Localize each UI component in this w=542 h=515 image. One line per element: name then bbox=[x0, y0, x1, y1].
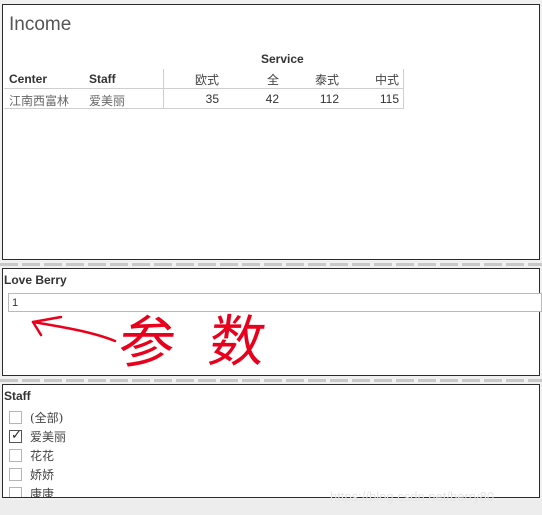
checkbox[interactable] bbox=[9, 486, 22, 497]
filter-item-label: 爱美丽 bbox=[30, 429, 67, 444]
checkbox[interactable] bbox=[9, 448, 22, 462]
income-worksheet: Income Service Center Staff 欧式 全 泰式 中式 江… bbox=[2, 4, 540, 260]
filter-item-label: 花花 bbox=[30, 448, 55, 463]
arrow-shaft bbox=[31, 320, 117, 343]
table-divider bbox=[4, 88, 404, 89]
value-cell[interactable]: 112 bbox=[279, 92, 339, 106]
column-header[interactable]: 泰式 bbox=[279, 71, 339, 88]
parameter-control: Love Berry 参 数 bbox=[2, 268, 542, 376]
filter-item-aimeili[interactable]: ✓ 爱美丽 bbox=[9, 427, 66, 445]
table-divider bbox=[403, 69, 404, 109]
column-header[interactable]: 中式 bbox=[339, 71, 399, 88]
annotation-text: 数 bbox=[204, 310, 270, 375]
dashboard-separator bbox=[0, 379, 542, 382]
checkbox[interactable]: ✓ bbox=[9, 427, 22, 443]
filter-item-huahua[interactable]: 花花 bbox=[9, 446, 54, 464]
row-header-center[interactable]: Center bbox=[9, 72, 47, 86]
filter-item-all[interactable]: (全部) bbox=[9, 408, 63, 426]
checkbox[interactable] bbox=[9, 467, 22, 481]
row-cell-staff[interactable]: 爱美丽 bbox=[89, 92, 125, 109]
worksheet-title: Income bbox=[9, 14, 72, 35]
filter-item-label: 娇娇 bbox=[30, 467, 55, 482]
row-cell-center[interactable]: 江南西富林 bbox=[9, 92, 69, 109]
check-icon: ✓ bbox=[11, 427, 22, 443]
column-header[interactable]: 全 bbox=[219, 71, 279, 88]
filter-item-kangkang[interactable]: 康康 bbox=[9, 484, 55, 498]
column-group-header: Service bbox=[261, 52, 304, 66]
checkbox[interactable] bbox=[9, 410, 22, 424]
dashboard-separator bbox=[0, 263, 542, 266]
value-cell[interactable]: 35 bbox=[163, 92, 219, 106]
value-cell[interactable]: 115 bbox=[339, 92, 399, 106]
filter-title: Staff bbox=[4, 389, 31, 403]
watermark: https://blog.csdn.net/berry80 bbox=[330, 489, 495, 504]
arrow-annotation bbox=[31, 315, 117, 343]
column-header[interactable]: 欧式 bbox=[163, 71, 219, 88]
filter-item-jiaojiao[interactable]: 娇娇 bbox=[9, 465, 54, 483]
staff-filter: Staff (全部) ✓ 爱美丽 花花 娇娇 康康 bbox=[2, 384, 540, 498]
value-cell[interactable]: 42 bbox=[219, 92, 279, 106]
filter-item-label: 康康 bbox=[30, 486, 55, 498]
filter-item-label: (全部) bbox=[30, 410, 64, 425]
annotation-text: 参 bbox=[114, 311, 180, 376]
row-header-staff[interactable]: Staff bbox=[89, 72, 116, 86]
